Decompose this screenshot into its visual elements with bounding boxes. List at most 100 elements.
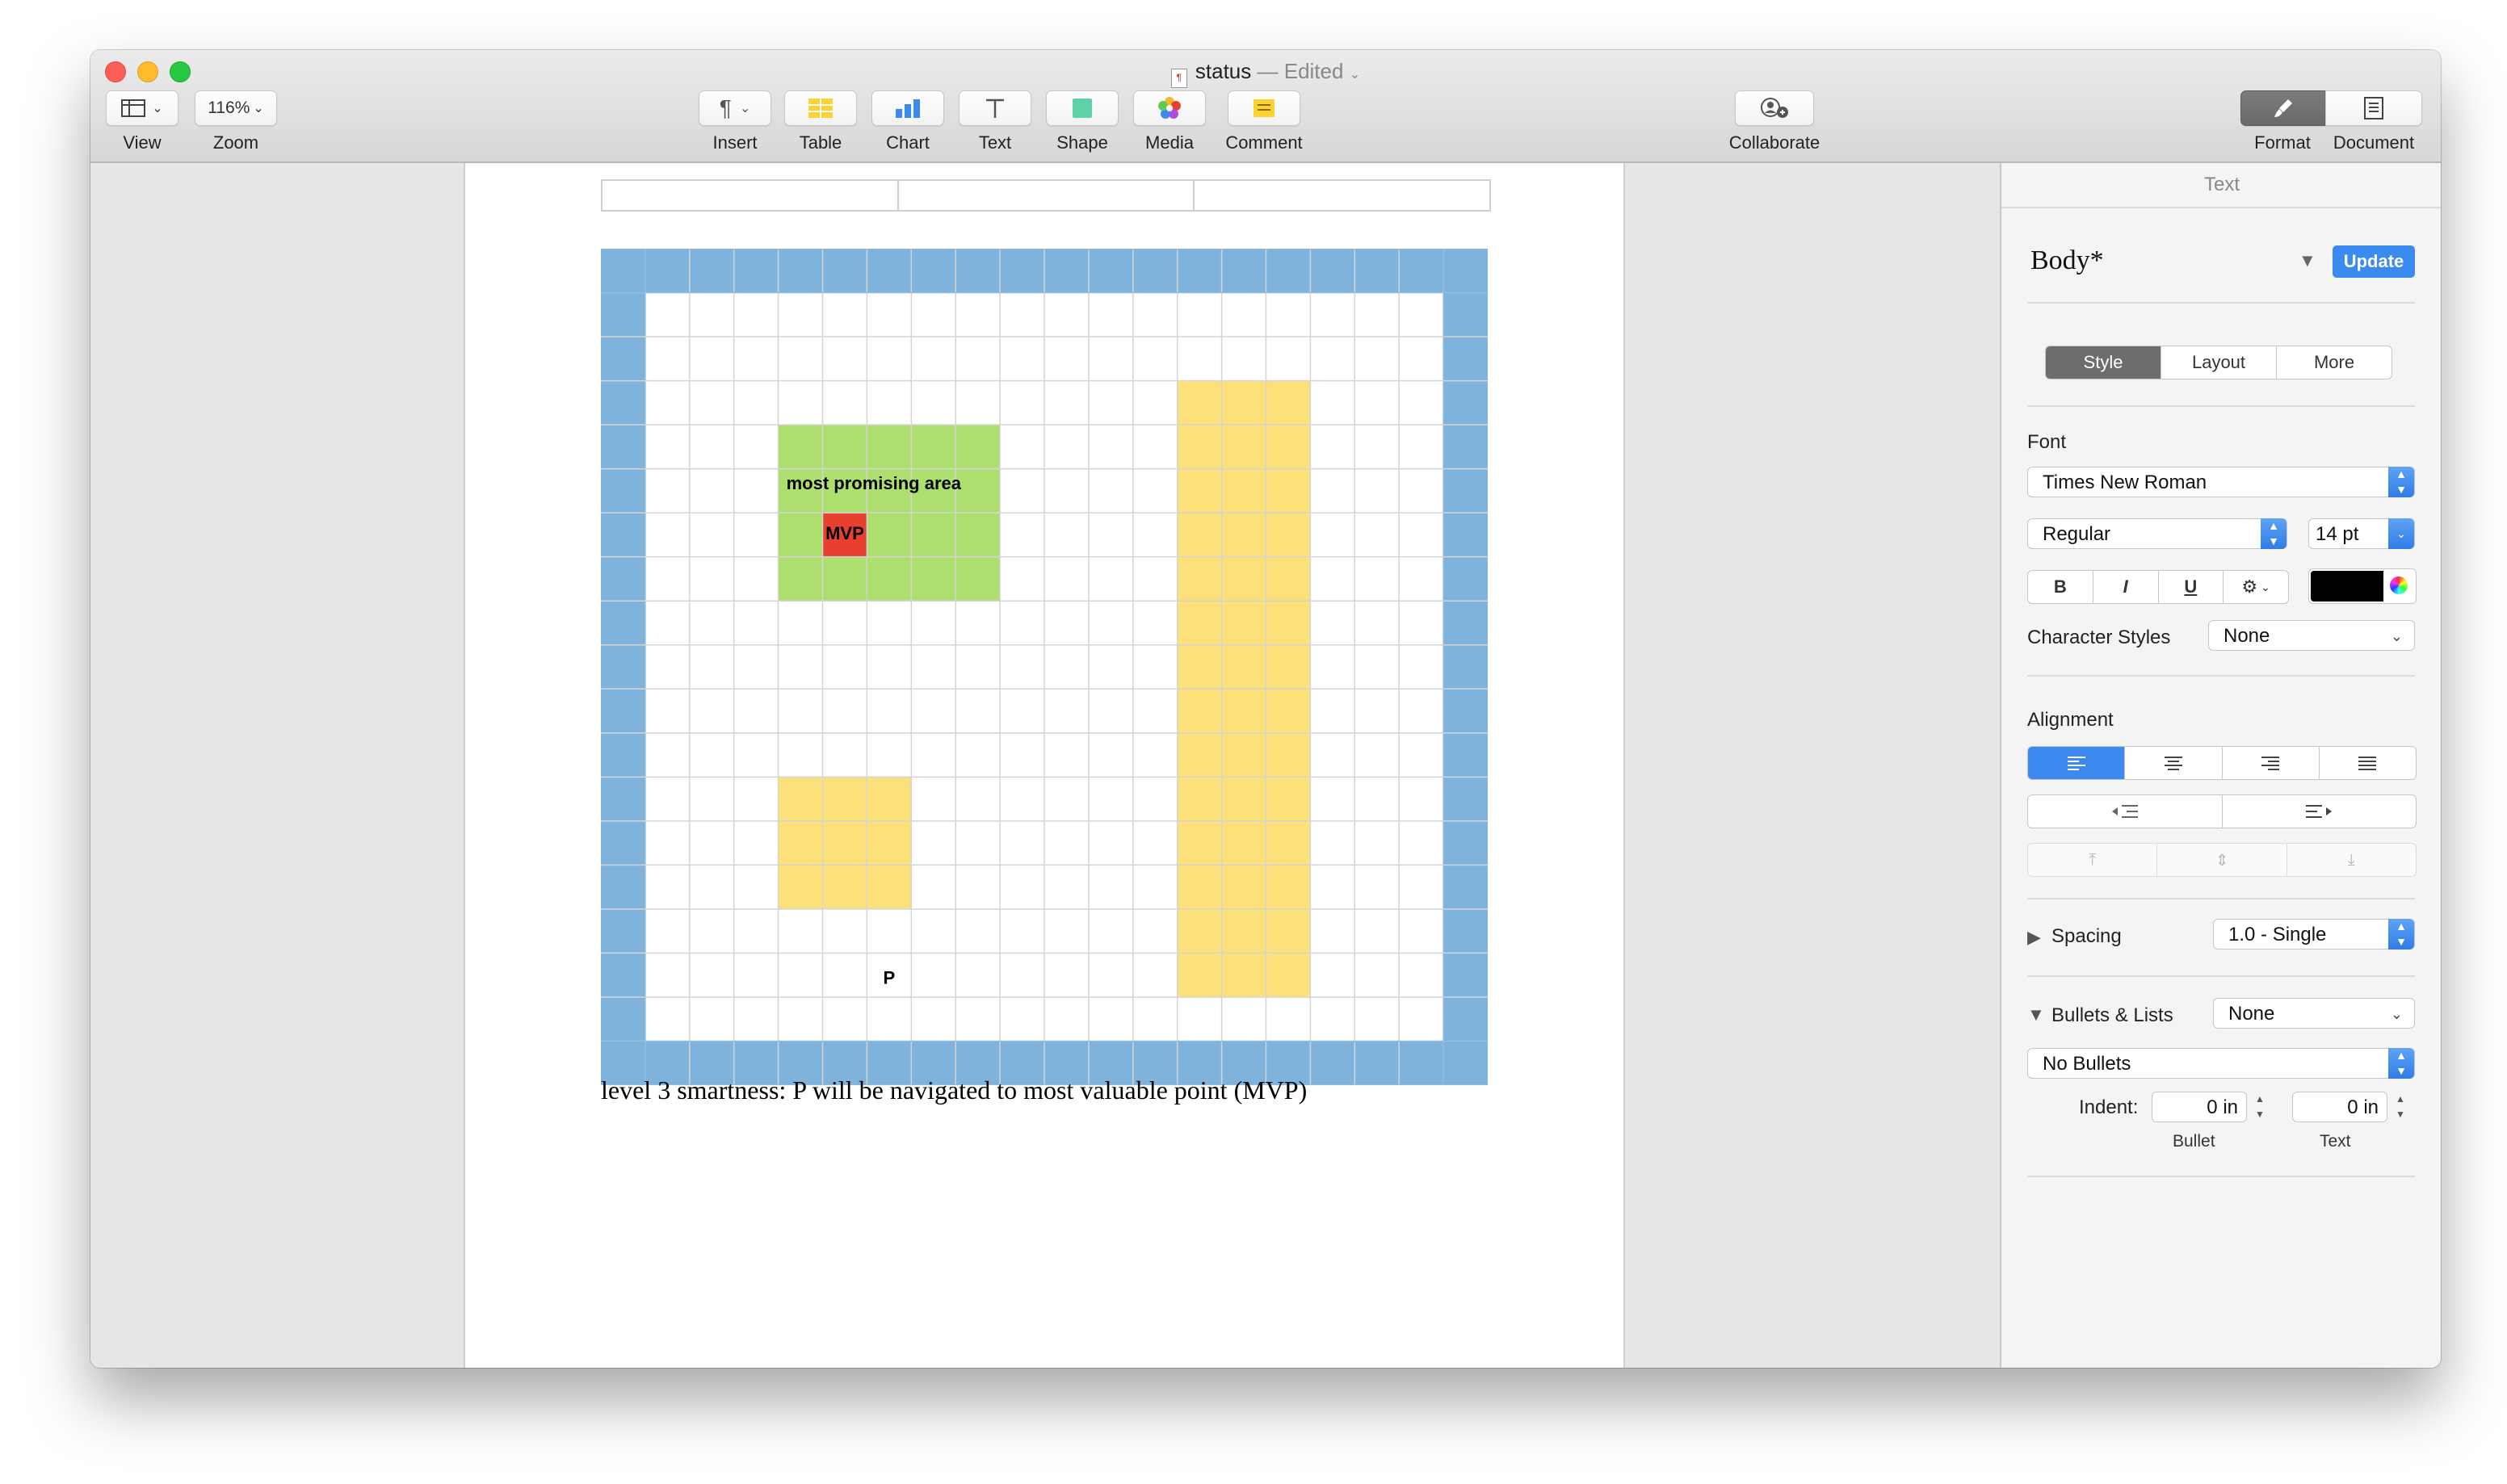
align-middle-button[interactable]: ⇕ xyxy=(2157,844,2287,876)
align-bottom-button[interactable]: ⤓ xyxy=(2287,844,2416,876)
justify-button[interactable] xyxy=(2320,747,2416,779)
chevron-down-icon: ⌄ xyxy=(152,102,163,115)
zoom-button[interactable]: 116% ⌄ Zoom xyxy=(194,90,278,153)
text-indent-stepper[interactable]: ▲ ▼ xyxy=(2392,1092,2408,1122)
zoom-control[interactable]: 116% ⌄ xyxy=(195,90,277,126)
document-button[interactable]: Document xyxy=(2324,90,2423,153)
chevron-down-icon: ⌄ xyxy=(739,102,751,115)
chevron-down-icon: ⌄ xyxy=(2390,1006,2403,1022)
body-caption-text[interactable]: level 3 smartness: P will be navigated t… xyxy=(601,1075,1307,1105)
document-icon: ¶ xyxy=(1170,69,1187,88)
media-button[interactable]: Media xyxy=(1132,90,1207,153)
style-disclosure-icon[interactable]: ▼ xyxy=(2299,250,2316,271)
character-styles-popup[interactable]: None ⌄ xyxy=(2208,620,2415,651)
chart-control[interactable] xyxy=(871,90,944,126)
underline-button[interactable]: U xyxy=(2159,571,2224,603)
spacing-disclosure-icon[interactable]: ▶ xyxy=(2027,927,2041,948)
italic-button[interactable]: I xyxy=(2093,571,2159,603)
shape-square-icon xyxy=(1073,99,1092,118)
bullets-lists-popup[interactable]: None ⌄ xyxy=(2213,998,2415,1029)
bold-button[interactable]: B xyxy=(2028,571,2093,603)
document-control[interactable] xyxy=(2325,90,2422,126)
character-styles-label: Character Styles xyxy=(2027,627,2171,648)
divider xyxy=(2027,1176,2415,1177)
insert-control[interactable]: ¶ ⌄ xyxy=(699,90,771,126)
photos-flower-icon xyxy=(1158,97,1181,119)
title-text: status xyxy=(1195,59,1252,83)
table-cell[interactable] xyxy=(603,181,899,210)
text-color-well[interactable] xyxy=(2308,568,2417,604)
bullet-indent-field[interactable]: 0 in xyxy=(2152,1092,2247,1122)
comment-button[interactable]: Comment xyxy=(1218,90,1310,153)
paragraph-style-name[interactable]: Body* xyxy=(2030,245,2104,276)
format-control[interactable] xyxy=(2240,90,2326,126)
format-button[interactable]: Format xyxy=(2240,90,2326,153)
font-weight-popup[interactable]: Regular ▲ ▼ xyxy=(2027,518,2287,549)
comment-note-icon xyxy=(1254,99,1274,117)
shape-button[interactable]: Shape xyxy=(1045,90,1119,153)
decrease-indent-icon xyxy=(2111,805,2138,818)
chevron-down-icon: ⌄ xyxy=(2261,580,2270,593)
text-button[interactable]: Text xyxy=(958,90,1032,153)
font-style-buttons: B I U ⚙ ⌄ xyxy=(2027,570,2289,604)
mvp-label: MVP xyxy=(825,523,864,543)
tab-more[interactable]: More xyxy=(2277,346,2392,379)
align-left-button[interactable] xyxy=(2028,747,2126,779)
title-chevron-icon[interactable]: ⌄ xyxy=(1350,68,1360,82)
view-label: View xyxy=(123,132,162,153)
table-control[interactable] xyxy=(784,90,857,126)
shape-label: Shape xyxy=(1056,132,1108,153)
font-size-field[interactable]: 14 pt ⌄ xyxy=(2308,518,2415,549)
text-control[interactable] xyxy=(959,90,1031,126)
insert-label: Insert xyxy=(712,132,758,153)
text-options-gear-button[interactable]: ⚙ ⌄ xyxy=(2224,571,2288,603)
align-bottom-icon: ⤓ xyxy=(2347,850,2355,869)
tab-style[interactable]: Style xyxy=(2046,346,2161,379)
update-style-button[interactable]: Update xyxy=(2333,245,2415,278)
inspector-header: Text xyxy=(2001,163,2441,208)
document-page[interactable]: most promising area MVP P level 3 smartnes… xyxy=(464,163,1625,1368)
pages-window: ¶ status — Edited ⌄ ⌄ View 116% ⌄ Zoom ¶ … xyxy=(90,50,2441,1368)
indent-buttons xyxy=(2027,794,2417,828)
grid-map-table[interactable]: most promising area MVP P xyxy=(601,249,1488,1085)
table-cell[interactable] xyxy=(899,181,1195,210)
top-table[interactable] xyxy=(601,179,1491,212)
format-inspector: Text Body* ▼ Update Style Layout More Fo… xyxy=(2000,163,2441,1368)
text-label: Text xyxy=(978,132,1012,153)
media-control[interactable] xyxy=(1133,90,1206,126)
chevron-down-icon: ⌄ xyxy=(2388,518,2414,549)
bar-chart-icon xyxy=(896,99,920,118)
color-wheel-icon xyxy=(2390,576,2408,594)
insert-button[interactable]: ¶ ⌄ Insert xyxy=(696,90,774,153)
tab-layout[interactable]: Layout xyxy=(2161,346,2277,379)
table-cell[interactable] xyxy=(1195,181,1489,210)
increase-indent-button[interactable] xyxy=(2223,795,2417,828)
text-indent-field[interactable]: 0 in xyxy=(2292,1092,2387,1122)
chart-button[interactable]: Chart xyxy=(871,90,945,153)
align-middle-icon: ⇕ xyxy=(2215,851,2229,870)
shape-control[interactable] xyxy=(1046,90,1119,126)
collaborate-button[interactable]: Collaborate xyxy=(1714,90,1835,153)
decrease-indent-button[interactable] xyxy=(2028,795,2223,828)
align-right-button[interactable] xyxy=(2223,747,2320,779)
comment-control[interactable] xyxy=(1228,90,1300,126)
collaborate-control[interactable] xyxy=(1735,90,1814,126)
align-top-button[interactable]: ⤒ xyxy=(2028,844,2158,876)
bullets-disclosure-icon[interactable]: ▼ xyxy=(2027,1004,2045,1025)
yellow-region-small[interactable] xyxy=(778,777,912,909)
increase-indent-icon xyxy=(2306,805,2333,818)
view-control[interactable]: ⌄ xyxy=(106,90,178,126)
table-label: Table xyxy=(799,132,842,153)
bullet-style-popup[interactable]: No Bullets ▲ ▼ xyxy=(2027,1048,2415,1079)
divider xyxy=(2027,975,2415,977)
spacing-popup[interactable]: 1.0 - Single ▲ ▼ xyxy=(2213,919,2415,950)
font-family-popup[interactable]: Times New Roman ▲ ▼ xyxy=(2027,467,2415,497)
view-button[interactable]: ⌄ View xyxy=(105,90,179,153)
comment-label: Comment xyxy=(1225,132,1303,153)
divider xyxy=(2027,898,2415,899)
table-button[interactable]: Table xyxy=(783,90,858,153)
font-section-label: Font xyxy=(2027,431,2067,453)
bullet-indent-stepper[interactable]: ▲ ▼ xyxy=(2252,1092,2268,1122)
sidebar-layout-icon xyxy=(121,99,146,117)
align-center-button[interactable] xyxy=(2125,747,2223,779)
